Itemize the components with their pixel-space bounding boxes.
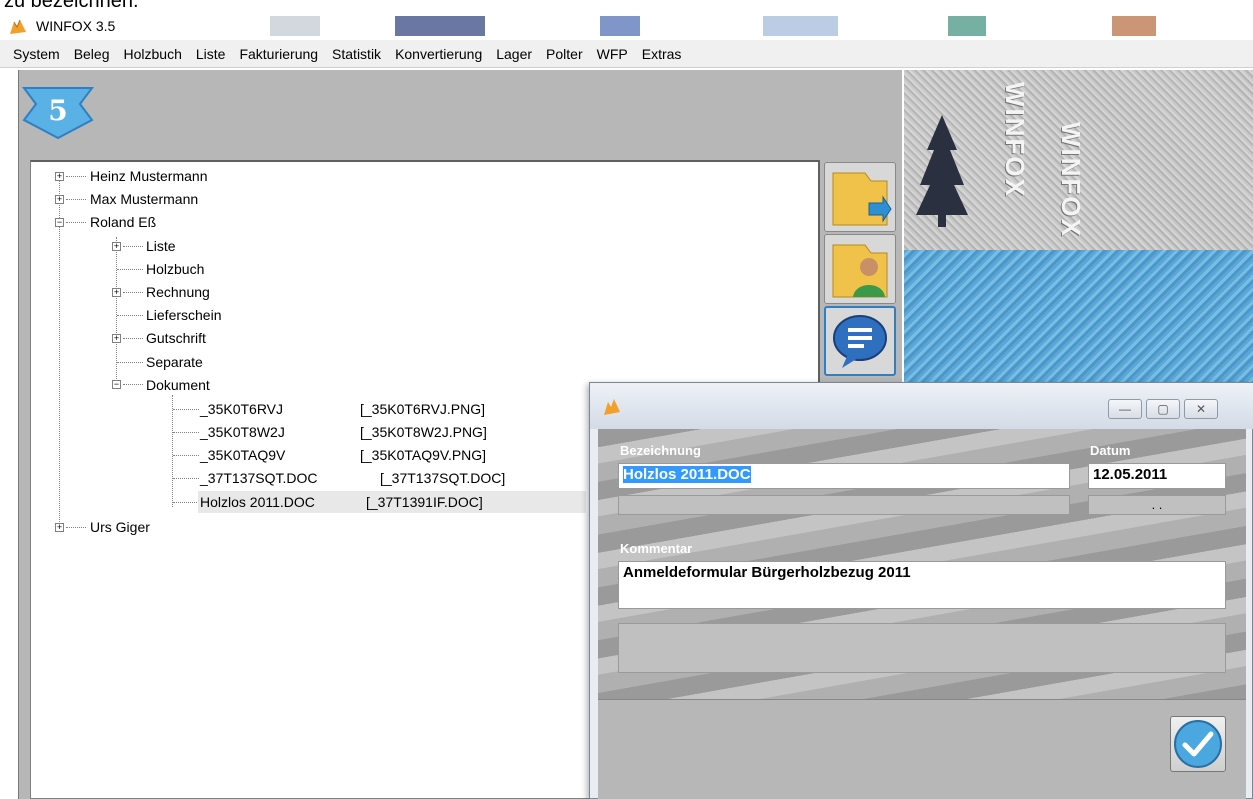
datum-label: Datum bbox=[1090, 443, 1131, 458]
menu-extras[interactable]: Extras bbox=[635, 46, 689, 62]
tree-node-category[interactable]: Rechnung bbox=[146, 282, 210, 302]
tree-node-filename: [_35K0T6RVJ.PNG] bbox=[360, 401, 486, 417]
menu-fakturierung[interactable]: Fakturierung bbox=[232, 46, 325, 62]
folder-arrow-icon bbox=[832, 172, 892, 226]
tree-node-filename: [_37T1391IF.DOC] bbox=[366, 494, 483, 510]
kommentar-input[interactable]: Anmeldeformular Bürgerholzbezug 2011 bbox=[618, 561, 1226, 609]
tree-expander[interactable]: − bbox=[112, 380, 121, 389]
datum-input[interactable]: 12.05.2011 bbox=[1088, 463, 1226, 489]
menu-polter[interactable]: Polter bbox=[539, 46, 590, 62]
tree-node-filename: [_35K0TAQ9V.PNG] bbox=[360, 447, 487, 463]
tree-node-document[interactable]: _35K0T6RVJ bbox=[200, 399, 283, 419]
tree-node-document[interactable]: _35K0TAQ9V bbox=[200, 445, 285, 465]
tree-expander[interactable]: + bbox=[112, 334, 121, 343]
thumbnail-1 bbox=[270, 16, 320, 36]
dialog-footer bbox=[598, 699, 1246, 799]
menu-bar: System Beleg Holzbuch Liste Fakturierung… bbox=[0, 40, 1253, 68]
fox-icon bbox=[10, 19, 26, 34]
document-dialog: — ▢ ✕ Bezeichnung Datum Holzlos 2011.DOC… bbox=[589, 382, 1253, 799]
tree-expander[interactable]: + bbox=[55, 172, 64, 181]
tree-node-filename: [_37T137SQT.DOC] bbox=[380, 470, 506, 486]
comment-button[interactable] bbox=[824, 306, 896, 376]
tree-node-filename: [_35K0T8W2J.PNG] bbox=[360, 424, 487, 440]
cropped-caption: zu bezeichnen. bbox=[4, 0, 139, 12]
menu-wfp[interactable]: WFP bbox=[590, 46, 635, 62]
tree-expander[interactable]: + bbox=[112, 242, 121, 251]
tree-node-category[interactable]: Dokument bbox=[146, 375, 210, 395]
bezeichnung-secondary-field[interactable] bbox=[618, 495, 1070, 515]
menu-holzbuch[interactable]: Holzbuch bbox=[117, 46, 189, 62]
checkmark-icon bbox=[1174, 720, 1222, 768]
tree-node-document[interactable]: _37T137SQT.DOC bbox=[200, 468, 318, 488]
window-title: WINFOX 3.5 bbox=[36, 18, 116, 34]
tree-expander[interactable]: − bbox=[55, 218, 64, 227]
menu-statistik[interactable]: Statistik bbox=[325, 46, 388, 62]
thumbnail-4 bbox=[763, 16, 838, 36]
tree-node-customer[interactable]: Urs Giger bbox=[90, 517, 150, 537]
fox-icon bbox=[604, 399, 620, 415]
thumbnail-5 bbox=[948, 16, 986, 36]
watermark-text: WINFOX bbox=[1000, 82, 1030, 198]
maximize-button[interactable]: ▢ bbox=[1146, 399, 1180, 419]
step-badge-number: 5 bbox=[48, 94, 67, 127]
tree-expander[interactable]: + bbox=[55, 523, 64, 532]
tree-node-document-selected[interactable]: Holzlos 2011.DOC bbox=[200, 492, 315, 512]
tree-node-customer[interactable]: Roland Eß bbox=[90, 212, 156, 232]
menu-beleg[interactable]: Beleg bbox=[67, 46, 117, 62]
step-badge-icon: 5 bbox=[22, 87, 94, 140]
ok-button[interactable] bbox=[1170, 716, 1226, 772]
background-texture-blue bbox=[904, 250, 1253, 390]
kommentar-secondary-field[interactable] bbox=[618, 623, 1226, 673]
bezeichnung-input[interactable]: Holzlos 2011.DOC bbox=[618, 463, 1070, 489]
bezeichnung-value: Holzlos 2011.DOC bbox=[623, 466, 751, 483]
tree-node-customer[interactable]: Heinz Mustermann bbox=[90, 166, 208, 186]
tree-node-document[interactable]: _35K0T8W2J bbox=[200, 422, 285, 442]
thumbnail-2 bbox=[395, 16, 485, 36]
tree-node-category[interactable]: Separate bbox=[146, 352, 203, 372]
thumbnail-3 bbox=[600, 16, 640, 36]
bezeichnung-label: Bezeichnung bbox=[620, 443, 701, 458]
tree-node-category[interactable]: Holzbuch bbox=[146, 259, 204, 279]
menu-konvertierung[interactable]: Konvertierung bbox=[388, 46, 489, 62]
speech-bubble-icon bbox=[833, 315, 887, 368]
menu-lager[interactable]: Lager bbox=[489, 46, 539, 62]
tree-node-category[interactable]: Liste bbox=[146, 236, 176, 256]
folder-user-icon bbox=[832, 244, 888, 298]
datum-secondary-field[interactable]: . . bbox=[1088, 495, 1226, 515]
tree-node-category[interactable]: Gutschrift bbox=[146, 328, 206, 348]
tree-logo-icon bbox=[916, 115, 968, 227]
close-button[interactable]: ✕ bbox=[1184, 399, 1218, 419]
tree-expander[interactable]: + bbox=[55, 195, 64, 204]
tree-expander[interactable]: + bbox=[112, 288, 121, 297]
minimize-button[interactable]: — bbox=[1108, 399, 1142, 419]
menu-liste[interactable]: Liste bbox=[189, 46, 233, 62]
tree-node-category[interactable]: Lieferschein bbox=[146, 305, 222, 325]
watermark-text: WINFOX bbox=[1056, 122, 1086, 238]
customer-folder-button[interactable] bbox=[824, 234, 896, 304]
menu-system[interactable]: System bbox=[6, 46, 67, 62]
open-folder-button[interactable] bbox=[824, 162, 896, 232]
tree-node-customer[interactable]: Max Mustermann bbox=[90, 189, 198, 209]
thumbnail-6 bbox=[1112, 16, 1156, 36]
kommentar-label: Kommentar bbox=[620, 541, 693, 556]
